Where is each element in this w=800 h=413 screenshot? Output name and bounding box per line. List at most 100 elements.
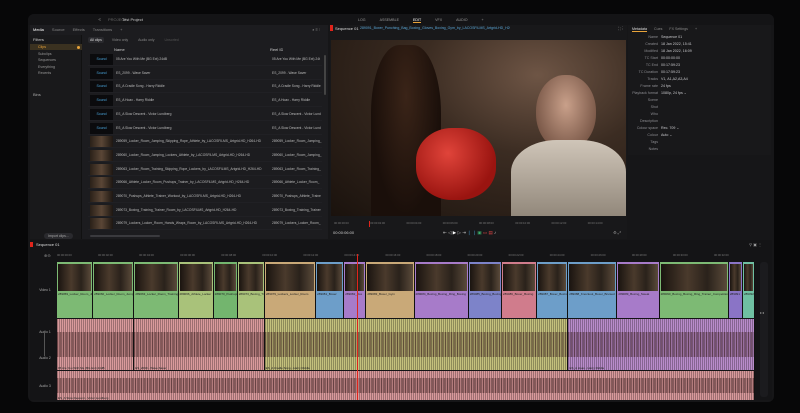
clip-list-row[interactable]: 289060_Locker_Room_Jumping_Lockers_Athle… — [88, 149, 322, 162]
audio-clip[interactable]: ES_A Cradle Song - Harry Riddle — [264, 319, 569, 370]
audio-clip[interactable]: ES_A Slow Descent - Victor Lundberg — [57, 371, 755, 400]
video-clip[interactable]: 289070_Pushups — [213, 262, 238, 318]
clip-list-row[interactable]: Sound ES_A Slow Descent - Victor Lundberg… — [88, 108, 322, 121]
zoom-icon[interactable]: ⊕⊖ — [44, 253, 51, 258]
bins-heading[interactable]: Bins — [33, 92, 41, 97]
mark-out-icon[interactable]: ❘ — [472, 230, 476, 235]
audio-icon[interactable]: ♪ — [494, 230, 496, 235]
audio-clip[interactable]: ES_2099 - Wave Saver — [134, 319, 265, 370]
video-clip[interactable]: 289091 — [728, 262, 743, 318]
filter-clips[interactable]: Clips — [30, 44, 82, 50]
browser-tab-effects[interactable]: Effects — [73, 27, 85, 32]
overwrite-icon[interactable]: ▭ — [483, 230, 487, 235]
field-value-frame-rate[interactable]: 24 fps — [661, 84, 671, 88]
viewer-timecode[interactable]: 00:00:06:00 — [333, 230, 354, 235]
inspector-tab-cues[interactable]: Cues — [654, 27, 662, 31]
viewer-options-icon[interactable]: ⛶ ⋮ — [618, 26, 623, 31]
expand-tracks-icon[interactable]: ▸◂ — [760, 310, 764, 315]
clip-list-row[interactable]: 289070_Pushups_Athlete_Trainer_Workout_b… — [88, 190, 322, 203]
track-label-audio-2[interactable]: Audio 2 — [34, 356, 56, 360]
field-value-tc-start[interactable]: 00:00:00:00 — [661, 56, 680, 60]
column-header-name[interactable]: Name — [114, 47, 125, 52]
inspector-tab-add[interactable]: + — [695, 27, 697, 31]
video-clip[interactable]: 289073_Boxing_Tr — [237, 262, 265, 318]
clip-list-row[interactable]: Sound ES_A Hoax - Harry Riddle ES_A Hoax -… — [88, 94, 322, 108]
step-back-icon[interactable]: ◁ — [448, 230, 451, 235]
filter-sequences[interactable]: Sequences — [30, 57, 82, 63]
go-to-end-icon[interactable]: ⇥ — [462, 230, 466, 235]
viewer-playhead[interactable] — [368, 221, 370, 227]
clip-list-row[interactable]: Sound 05 Are You With Me (BG Ext) 24dB 05 … — [88, 53, 322, 66]
chip-audio-only[interactable]: Audio only — [136, 37, 156, 43]
replace-icon[interactable]: ▤ — [488, 230, 492, 235]
viewer-settings-icon[interactable]: ⚙ ⤢ — [613, 230, 621, 235]
play-icon[interactable]: ▶ — [453, 230, 456, 235]
video-clip[interactable]: 289059_Locker_Room_Jump — [57, 262, 94, 318]
filter-subclips[interactable]: Subclips — [30, 51, 82, 57]
clip-list-row[interactable]: 289063_Locker_Room_Training_Skipping_Rop… — [88, 163, 322, 176]
clip-list-row[interactable]: Sound ES_A Cradle Song - Harry Riddle ES_A… — [88, 80, 322, 94]
track-label-audio-1[interactable]: Audio 1 — [34, 330, 56, 334]
audio-clip[interactable]: ES_A Hoax - Harry Riddle — [568, 319, 755, 370]
mode-tab-log[interactable]: LOG — [358, 18, 366, 22]
column-header-reel-id[interactable]: Reel ID — [270, 47, 283, 52]
field-value-tc-duration[interactable]: 00:17:59:23 — [661, 70, 680, 74]
project-name-dropdown[interactable]: Test Project — [122, 17, 143, 22]
video-clip[interactable]: 289079_Lockers_Locker_Room — [264, 262, 317, 318]
field-value-colour[interactable]: Auto ⌄ — [661, 133, 672, 137]
insert-icon[interactable]: ▣ — [477, 230, 481, 235]
clip-list-row[interactable]: Sound ES_A Slow Descent - Victor Lundberg… — [88, 122, 322, 135]
video-clip[interactable]: 289082_Box — [344, 262, 367, 318]
timeline-tools-icon[interactable]: ⚲ ▣ ⋮ — [749, 242, 762, 247]
back-icon[interactable]: ⟲ — [98, 17, 101, 22]
chip-all-clips[interactable]: All clips — [88, 37, 104, 43]
field-value-tracks[interactable]: V1, A1,A2,A3,A4 — [661, 77, 688, 81]
video-clip[interactable]: 289086_Boxer_Boxing — [501, 262, 538, 318]
timeline-vertical-scrollbar[interactable] — [760, 262, 768, 397]
mode-tab-audio[interactable]: AUDIO — [456, 18, 467, 22]
field-value-colour-space[interactable]: Rec. 709 ⌄ — [661, 126, 679, 130]
field-value-tc-end[interactable]: 00:17:59:23 — [661, 63, 680, 67]
inspector-tab-metadata[interactable]: Metadata — [632, 27, 647, 32]
browser-tab-transitions[interactable]: Transitions — [93, 27, 112, 32]
chip-video-only[interactable]: Video only — [110, 37, 130, 43]
video-clip[interactable]: 289090_Boxing_Boxing_Ring_Trainer_Compet… — [659, 262, 729, 318]
mode-tab-edit[interactable]: EDIT — [412, 18, 422, 23]
field-value-created[interactable]: 18 Jan 2022, 15:41 — [661, 42, 692, 46]
video-clip[interactable]: 289083_Boxer_Gym — [366, 262, 415, 318]
mode-tab-vfx[interactable]: VFX — [435, 18, 442, 22]
track-label-video-1[interactable]: Video 1 — [34, 288, 56, 292]
clip-list-row[interactable]: Sound ES_2099 - Wave Saver ES_2099 - Wave … — [88, 67, 322, 80]
browser-tab-source[interactable]: Source — [52, 27, 65, 32]
browser-tab-media[interactable]: Media — [33, 27, 44, 32]
audio-clip[interactable]: 05 Are You With Me (BG Ext) 24dB — [57, 319, 135, 370]
video-clip[interactable]: 289087_Boxer_Boxing — [537, 262, 569, 318]
track-label-audio-3[interactable]: Audio 3 — [34, 384, 56, 388]
video-clip[interactable]: 289063_Locker_Room_Training — [134, 262, 179, 318]
video-clip[interactable]: 289066_Athlete_Locker — [178, 262, 214, 318]
field-value-name[interactable]: Sequence 01 — [661, 35, 682, 39]
clip-list-row[interactable]: 289073_Boxing_Training_Trainer_Room_by_L… — [88, 204, 322, 217]
mode-tab-assemble[interactable]: ASSEMBLE — [380, 18, 399, 22]
video-clip[interactable]: 289081_Boxer — [316, 262, 345, 318]
clip-list-row[interactable]: 289066_Athlete_Locker_Room_Pushups_Train… — [88, 176, 322, 190]
inspector-tab-fx-settings[interactable]: FX Settings — [669, 27, 688, 31]
mode-tab-add[interactable]: + — [482, 18, 484, 22]
list-scrollbar[interactable] — [324, 55, 326, 95]
video-clip[interactable]: 289060_Locker_Room_Jumpi — [93, 262, 135, 318]
step-forward-icon[interactable]: ▷ — [458, 230, 461, 235]
go-to-start-icon[interactable]: ⇤ — [443, 230, 447, 235]
video-clip[interactable]: 289092 — [742, 262, 755, 318]
video-clip[interactable]: 289088_Knockout_Boxer_Bruised — [568, 262, 618, 318]
video-clip[interactable]: 289089_Boxing_Sweat — [617, 262, 660, 318]
browser-tab-add[interactable]: + — [120, 27, 122, 32]
mark-in-icon[interactable]: ❘ — [467, 230, 471, 235]
video-clip[interactable]: 289084_Boxing_Boxing_Ring_Boxing — [414, 262, 469, 318]
video-clip[interactable]: 289085_Boxing_Boxing — [468, 262, 502, 318]
field-value-playback-format[interactable]: 1080p, 24 fps ⌄ — [661, 91, 687, 95]
search-icon[interactable]: ⌕ ≡ ⋮ — [312, 27, 320, 32]
filter-everything[interactable]: Everything — [30, 64, 82, 70]
clip-list-row[interactable]: 289059_Locker_Room_Jumping_Skipping_Rope… — [88, 135, 322, 149]
timeline-playhead[interactable] — [357, 254, 359, 400]
filter-recents[interactable]: Recents — [30, 70, 82, 76]
